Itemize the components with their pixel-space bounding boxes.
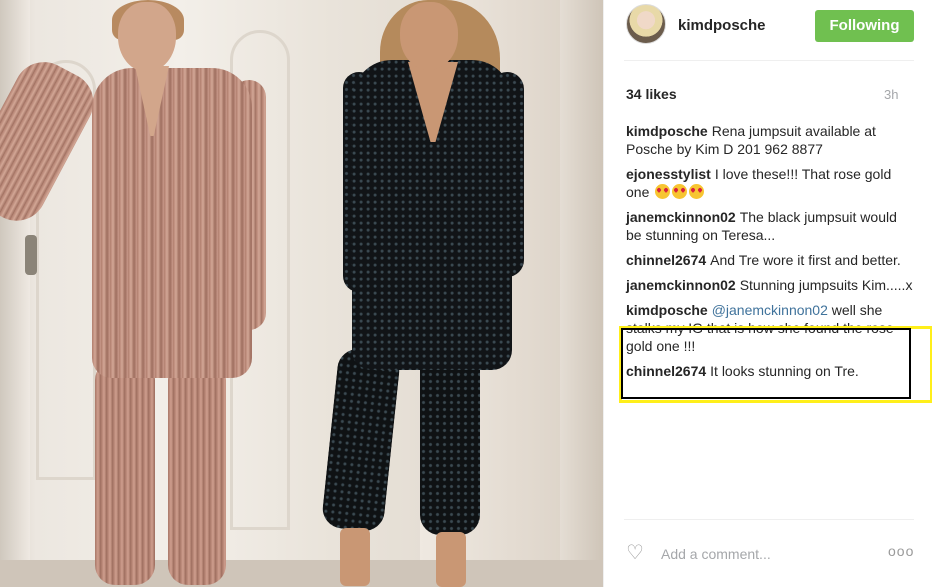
comment-username[interactable]: kimdposche: [626, 123, 708, 139]
comment-username[interactable]: chinnel2674: [626, 252, 706, 268]
comment-username[interactable]: kimdposche: [626, 302, 708, 318]
comment-username[interactable]: janemckinnon02: [626, 209, 736, 225]
comment: janemckinnon02 The black jumpsuit would b…: [626, 208, 916, 244]
door-handle: [25, 235, 37, 275]
post-side-panel: kimdposche Following 34 likes 3h kimdpos…: [603, 0, 932, 587]
post-header: kimdposche Following: [604, 0, 932, 60]
divider: [624, 60, 914, 61]
heart-eyes-emoji-icon: [655, 184, 671, 199]
wall-column: [560, 0, 603, 587]
post-time: 3h: [884, 87, 899, 102]
model-black-head: [400, 2, 458, 70]
comment: ejonesstylist I love these!!! That rose g…: [626, 165, 916, 201]
post-username[interactable]: kimdposche: [678, 17, 766, 34]
heart-eyes-emoji-icon: [672, 184, 688, 199]
comment: chinnel2674 And Tre wore it first and bet…: [626, 251, 916, 269]
heart-eyes-emoji-icon: [689, 184, 705, 199]
model-black-leg: [320, 347, 402, 533]
more-options-icon[interactable]: ooo: [888, 543, 914, 559]
model-black-leg: [420, 350, 480, 535]
comment-username[interactable]: ejonesstylist: [626, 166, 711, 182]
floor: [0, 560, 603, 587]
model-rose-leg: [168, 360, 226, 585]
model-rose-head: [118, 2, 176, 72]
comment-text: And Tre wore it first and better.: [710, 252, 901, 268]
comment-username[interactable]: janemckinnon02: [626, 277, 736, 293]
likes-count[interactable]: 34 likes: [626, 86, 677, 102]
comment: janemckinnon02 Stunning jumpsuits Kim....…: [626, 276, 916, 294]
post-photo[interactable]: [0, 0, 603, 587]
add-comment-input[interactable]: [661, 544, 871, 564]
avatar[interactable]: [626, 4, 666, 44]
model-rose-jumpsuit: [92, 68, 252, 378]
model-rose-leg: [95, 360, 155, 585]
model-black-foot: [436, 532, 466, 587]
comment: kimdposche Rena jumpsuit available at Pos…: [626, 122, 916, 158]
comment-text: Stunning jumpsuits Kim.....x: [739, 277, 913, 293]
highlight-box-black: [621, 328, 911, 399]
heart-icon[interactable]: ♡: [626, 543, 644, 563]
model-black-foot: [340, 528, 370, 586]
following-button[interactable]: Following: [815, 10, 914, 42]
comment-mention[interactable]: @janemckinnon02: [712, 302, 828, 318]
divider: [624, 519, 914, 520]
